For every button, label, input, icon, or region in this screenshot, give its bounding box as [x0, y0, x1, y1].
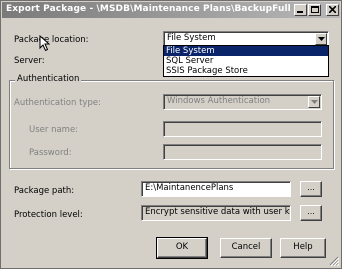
- package-path-label: Package path:: [14, 186, 75, 196]
- protection-level-label: Protection level:: [14, 210, 83, 220]
- authentication-type-dropdown-button[interactable]: [308, 96, 320, 108]
- package-path-field[interactable]: E:\MaintanencePlans: [141, 181, 291, 197]
- minimize-icon: [297, 11, 303, 13]
- authentication-type-label: Authentication type:: [14, 98, 101, 108]
- minimize-button[interactable]: [294, 4, 307, 16]
- resize-grip-icon[interactable]: [329, 256, 339, 266]
- maximize-button[interactable]: [308, 4, 321, 16]
- password-field[interactable]: [163, 144, 322, 160]
- export-package-dialog: Export Package - \MSDB\Maintenance Plans…: [0, 0, 342, 269]
- mouse-cursor-icon: [39, 35, 51, 52]
- user-name-field[interactable]: [163, 121, 322, 137]
- option-ssis-package-store[interactable]: SSIS Package Store: [164, 66, 328, 76]
- option-file-system[interactable]: File System: [164, 46, 328, 56]
- dropdown-arrow-icon: [317, 37, 325, 41]
- server-label: Server:: [14, 56, 45, 66]
- authentication-type-dropdown[interactable]: Windows Authentication: [163, 94, 322, 110]
- authentication-group-title: Authentication: [15, 74, 82, 84]
- dropdown-arrow-icon: [310, 100, 318, 104]
- package-path-browse-button[interactable]: ...: [300, 181, 322, 197]
- package-location-dropdown-button[interactable]: [315, 33, 327, 45]
- cancel-button[interactable]: Cancel: [220, 238, 272, 258]
- ok-button[interactable]: OK: [156, 237, 208, 259]
- close-icon: [329, 6, 336, 13]
- package-location-label: Package location:: [14, 35, 89, 45]
- window-title: Export Package - \MSDB\Maintenance Plans…: [6, 4, 291, 14]
- package-location-value: File System: [167, 33, 216, 43]
- protection-level-field[interactable]: Encrypt sensitive data with user key: [141, 205, 291, 221]
- password-label: Password:: [29, 148, 72, 158]
- maximize-icon: [310, 6, 319, 13]
- package-location-options-list[interactable]: File System SQL Server SSIS Package Stor…: [163, 45, 329, 77]
- authentication-type-value: Windows Authentication: [167, 96, 271, 106]
- close-button[interactable]: [326, 4, 339, 16]
- help-button[interactable]: Help: [280, 238, 326, 258]
- title-bar[interactable]: Export Package - \MSDB\Maintenance Plans…: [2, 2, 340, 18]
- protection-level-browse-button[interactable]: ...: [300, 205, 322, 221]
- option-sql-server[interactable]: SQL Server: [164, 56, 328, 66]
- user-name-label: User name:: [29, 125, 79, 135]
